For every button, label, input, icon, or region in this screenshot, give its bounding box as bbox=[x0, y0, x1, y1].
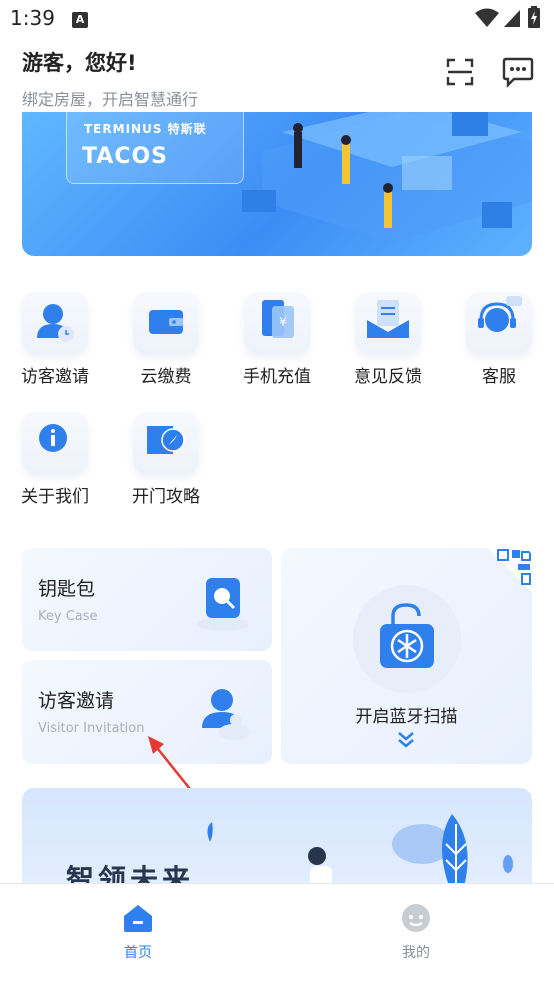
grid-label: 意见反馈 bbox=[354, 367, 422, 387]
chevron-down-icon bbox=[398, 732, 414, 748]
scan-icon bbox=[446, 58, 474, 86]
message-icon bbox=[502, 57, 534, 88]
card-title: 访客邀请 bbox=[38, 690, 115, 712]
promo-banner[interactable]: TERMINUS 特斯联 TACOS bbox=[22, 112, 532, 256]
bluetooth-scan-card[interactable]: 开启蓝牙扫描 bbox=[281, 548, 532, 764]
nav-label-home: 首页 bbox=[124, 945, 152, 961]
key-search-icon bbox=[197, 578, 249, 631]
qr-code-icon bbox=[488, 548, 532, 592]
grid-label: 关于我们 bbox=[21, 487, 89, 507]
phone-recharge-icon: ¥ bbox=[244, 292, 310, 354]
wallet-icon bbox=[133, 292, 199, 354]
nav-item-mine[interactable]: 我的 bbox=[368, 902, 464, 962]
grid-label: 客服 bbox=[482, 367, 516, 387]
grid-item-about-us[interactable]: 关于我们 bbox=[7, 412, 103, 507]
grid-item-customer-service[interactable]: 客服 bbox=[451, 292, 547, 387]
compass-icon bbox=[133, 412, 199, 474]
info-icon bbox=[22, 412, 88, 474]
promo-illustration bbox=[207, 814, 513, 888]
message-button[interactable] bbox=[502, 56, 534, 88]
banner-illustration bbox=[242, 112, 532, 242]
feedback-icon bbox=[355, 292, 421, 354]
card-title: 钥匙包 bbox=[38, 578, 96, 600]
grid-label: 云缴费 bbox=[140, 367, 192, 387]
grid-item-mobile-recharge[interactable]: ¥ 手机充值 bbox=[229, 292, 325, 387]
nav-label-mine: 我的 bbox=[402, 945, 430, 961]
promo-card[interactable]: 智领未来 bbox=[22, 788, 532, 888]
grid-label: 访客邀请 bbox=[21, 367, 89, 387]
bottom-nav: 首页 我的 bbox=[0, 883, 554, 985]
greeting-title: 游客，您好! bbox=[22, 51, 137, 75]
grid-item-visitor-invite[interactable]: 访客邀请 bbox=[7, 292, 103, 387]
visitor-invite-icon bbox=[22, 292, 88, 354]
home-icon bbox=[124, 905, 152, 932]
card-subtitle: Visitor Invitation bbox=[38, 721, 145, 736]
grid-item-door-guide[interactable]: 开门攻略 bbox=[118, 412, 214, 507]
wifi-icon bbox=[475, 8, 499, 27]
grid-label: 手机充值 bbox=[243, 367, 311, 387]
card-subtitle: Key Case bbox=[38, 609, 98, 624]
grid-item-feedback[interactable]: 意见反馈 bbox=[340, 292, 436, 387]
key-case-card[interactable]: 钥匙包 Key Case bbox=[22, 548, 272, 651]
banner-product: TACOS bbox=[82, 144, 169, 169]
battery-icon bbox=[528, 6, 540, 28]
scan-button[interactable] bbox=[446, 58, 474, 86]
profile-icon bbox=[402, 904, 430, 932]
bluetooth-lock-icon bbox=[380, 603, 434, 668]
bluetooth-scan-label: 开启蓝牙扫描 bbox=[355, 707, 458, 727]
status-time: 1:39 bbox=[10, 6, 55, 30]
status-bar: 1:39 A bbox=[0, 0, 554, 38]
svg-text:¥: ¥ bbox=[279, 315, 287, 329]
headset-icon bbox=[466, 292, 532, 354]
notification-icon: A bbox=[72, 12, 88, 28]
nav-item-home[interactable]: 首页 bbox=[90, 902, 186, 962]
grid-item-cloud-payment[interactable]: 云缴费 bbox=[118, 292, 214, 387]
signal-icon bbox=[504, 10, 520, 27]
grid-label: 开门攻略 bbox=[132, 487, 200, 507]
greeting-subtitle[interactable]: 绑定房屋，开启智慧通行 bbox=[22, 86, 198, 110]
banner-brand: TERMINUS 特斯联 bbox=[84, 122, 207, 136]
